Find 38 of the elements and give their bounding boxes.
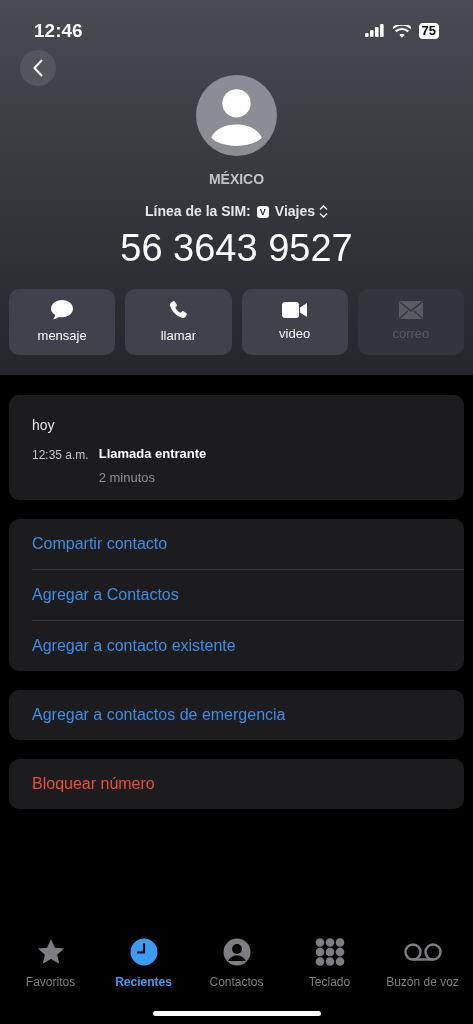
avatar-icon [196,75,277,156]
up-down-chevron-icon [319,205,329,218]
phone-icon [167,298,190,321]
call-duration: 2 minutos [98,468,157,487]
option-link[interactable]: Compartir contacto [32,519,464,569]
sim-label: Línea de la SIM: [144,202,251,221]
option-link[interactable]: Agregar a Contactos [32,570,464,620]
action-button[interactable]: llamar [125,289,232,355]
option-link[interactable]: Agregar a contactos de emergencia [32,690,464,740]
contact-label: MÉXICO [208,170,265,189]
call-time: 12:35 a.m. [32,447,89,464]
tab-item[interactable]: Teclado [284,937,375,991]
call-day: hoy [32,415,441,436]
battery-level: 75 [418,23,439,39]
option-link[interactable]: Agregar a contacto existente [32,621,464,671]
wifi-icon [392,24,411,38]
envelope-icon [398,300,423,319]
voicemail-icon [402,942,443,962]
tab-item[interactable]: Contactos [191,937,282,991]
call-type: Llamada entrante [98,445,207,463]
tab-item[interactable]: Favoritos [5,937,96,991]
clock-icon [129,938,158,966]
status-time: 12:46 [34,18,83,43]
back-button[interactable] [20,50,56,86]
tab-item[interactable]: Recientes [98,937,189,991]
option-link[interactable]: Bloquear número [32,759,464,809]
person-circle-icon [222,938,251,966]
action-button[interactable]: video [241,289,348,355]
sim-badge: V [256,205,269,218]
keypad-icon [314,938,345,966]
chevron-left-icon [33,59,43,77]
signal-icon [364,24,385,38]
action-button[interactable]: mensaje [9,289,116,355]
phone-number: 56 3643 9527 [120,226,353,271]
tab-item[interactable]: Buzón de voz [377,937,468,991]
video-camera-icon [281,300,308,319]
sim-selector[interactable]: Viajes [274,201,329,222]
speech-bubble-icon [50,298,75,321]
